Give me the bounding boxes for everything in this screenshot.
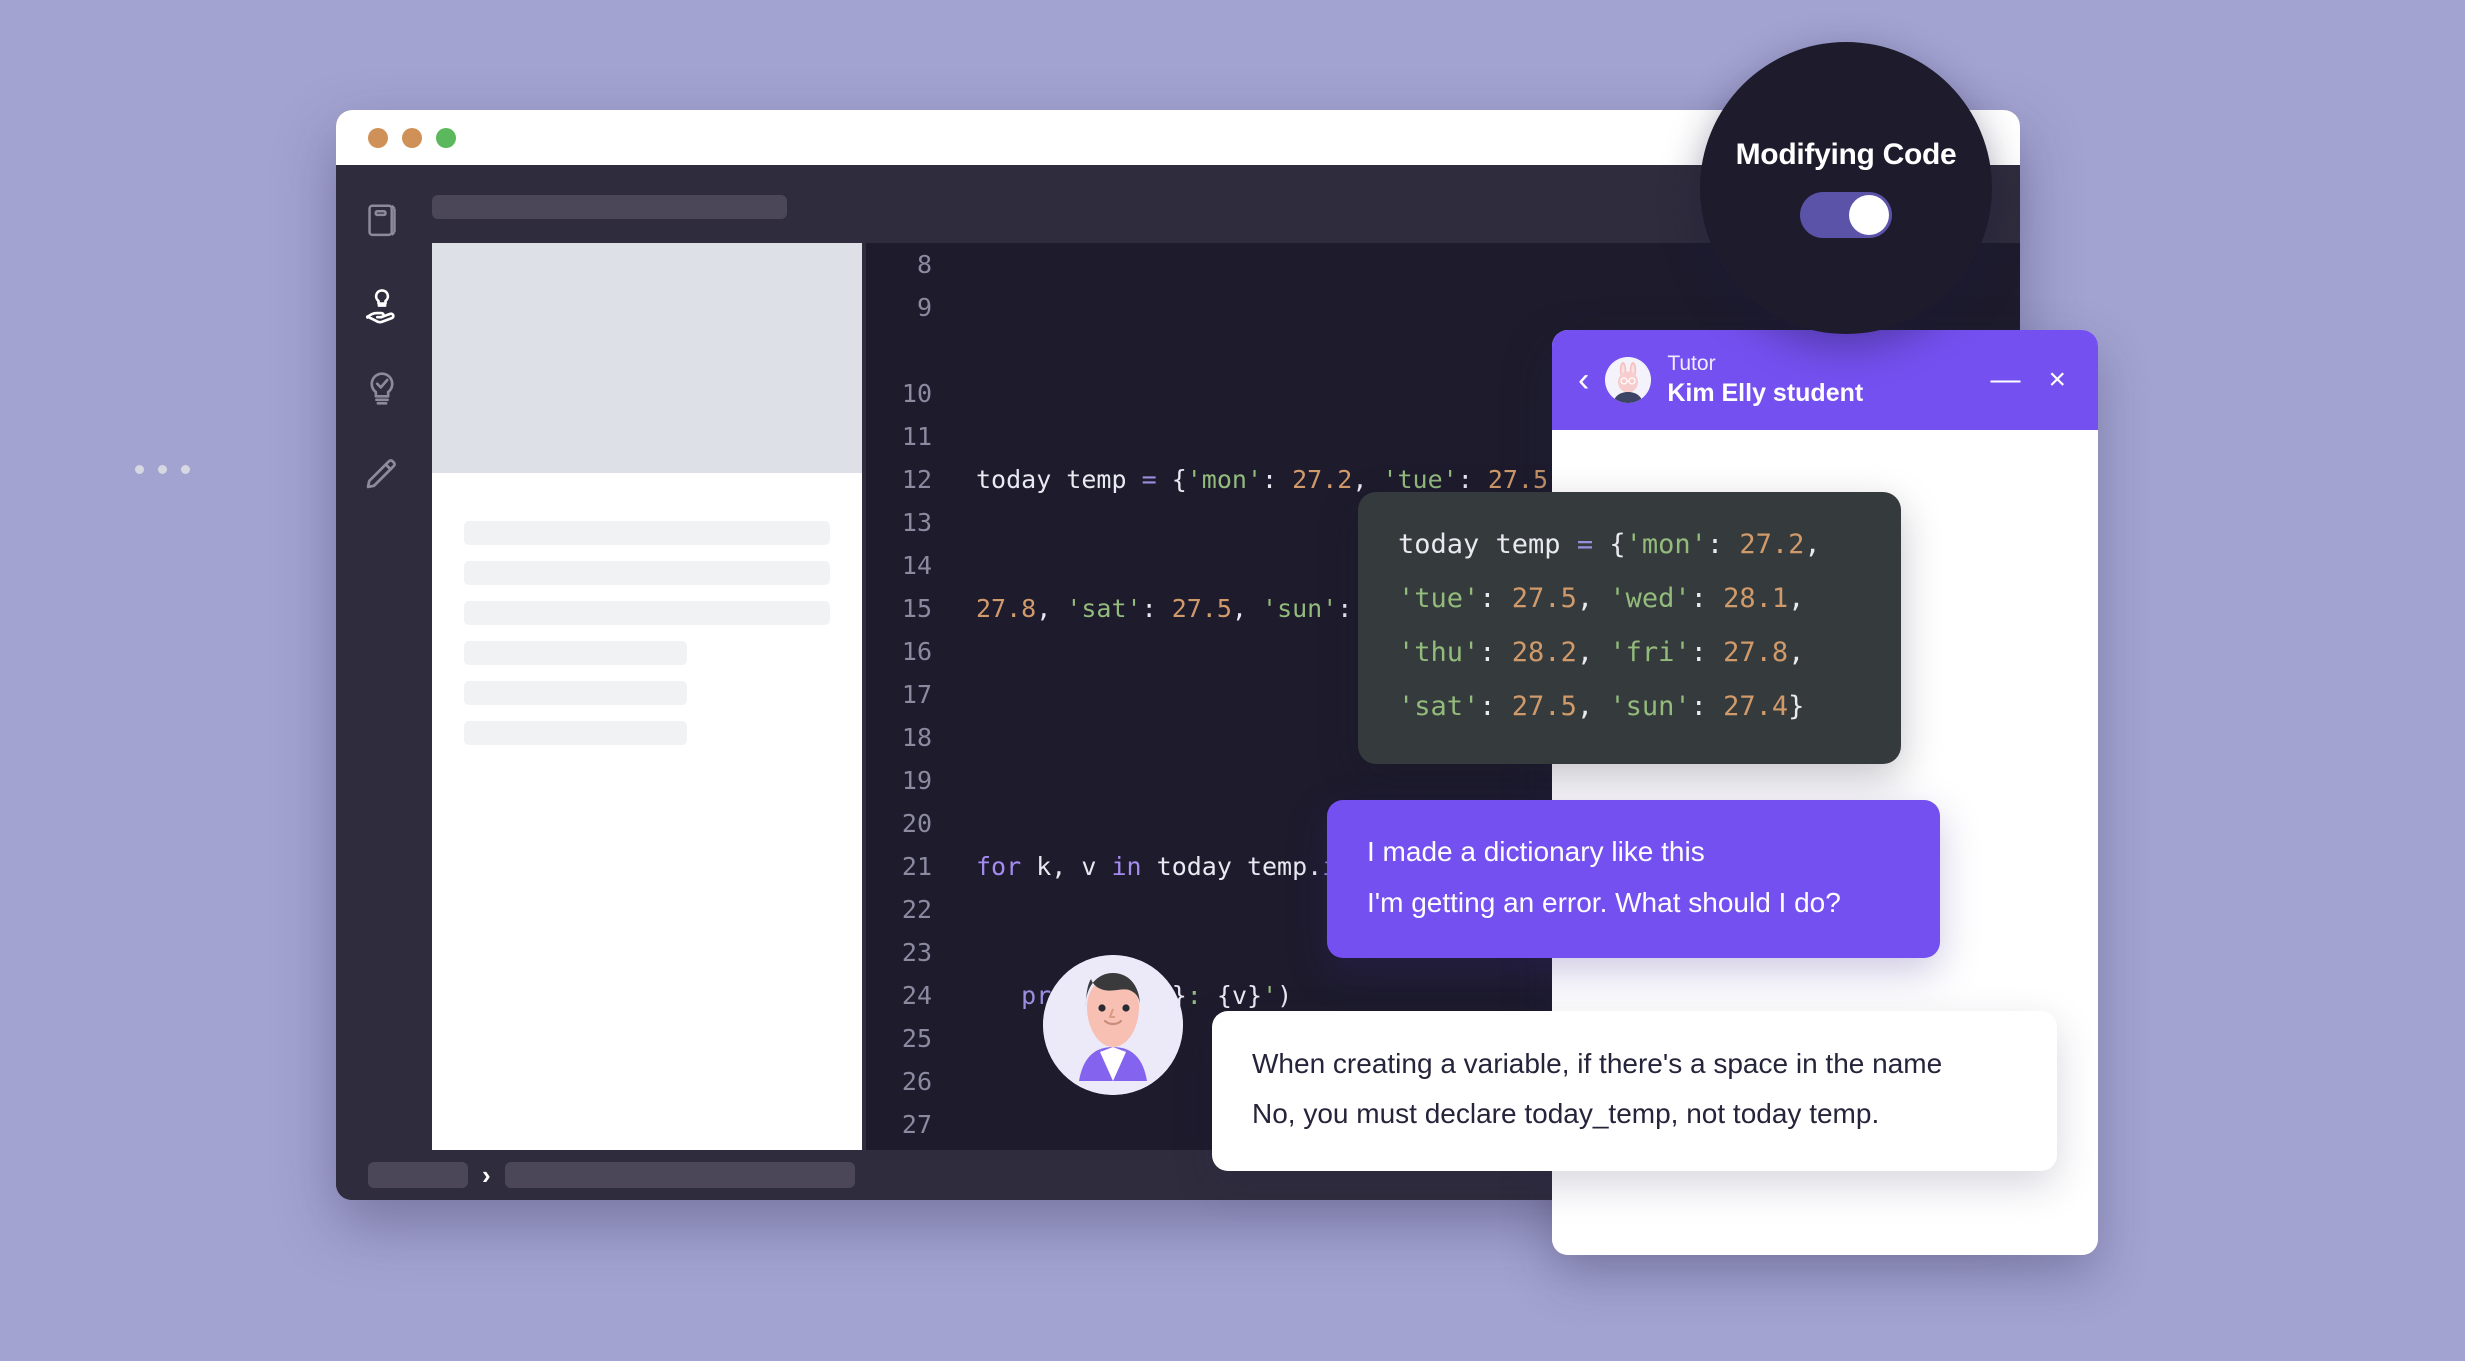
skeleton-line <box>464 681 688 705</box>
typing-dot <box>181 465 190 474</box>
line-number: 25 <box>901 1024 932 1053</box>
line-number: 19 <box>901 766 932 795</box>
window-minimize-dot[interactable] <box>402 127 422 148</box>
minimize-icon[interactable]: — <box>1984 365 2026 395</box>
document-skeleton-lines <box>432 473 862 745</box>
line-number-spacer <box>866 329 932 372</box>
sidebar-rail <box>336 165 428 1200</box>
code-message-bubble: today temp = {'mon': 27.2, 'tue': 27.5, … <box>1358 492 1901 764</box>
skeleton-line <box>464 561 830 585</box>
toggle-knob <box>1849 195 1889 235</box>
window-close-dot[interactable] <box>368 127 388 148</box>
skeleton-line <box>464 601 830 625</box>
modifying-code-badge: Modifying Code <box>1700 42 1992 334</box>
modifying-code-toggle[interactable] <box>1800 192 1892 238</box>
chevron-right-icon[interactable]: › <box>482 1162 491 1188</box>
line-number: 22 <box>901 895 932 924</box>
hand-lightbulb-icon <box>363 286 401 324</box>
typing-dot <box>158 465 167 474</box>
typing-dot <box>135 465 144 474</box>
toolbar-placeholder <box>432 195 787 219</box>
sidebar-item-pencil[interactable] <box>362 453 402 493</box>
status-placeholder-right <box>504 1162 855 1188</box>
tutor-message-line-2: No, you must declare today_temp, not tod… <box>1252 1098 1880 1129</box>
line-number: 23 <box>901 938 932 967</box>
line-number: 17 <box>901 680 932 709</box>
user-message-line-1: I made a dictionary like this <box>1367 836 1705 867</box>
tutor-message-line-1: When creating a variable, if there's a s… <box>1252 1048 1943 1079</box>
pencil-icon <box>364 455 400 491</box>
skeleton-line <box>464 521 830 545</box>
line-number: 26 <box>901 1067 932 1096</box>
line-number: 8 <box>916 250 932 279</box>
line-number: 16 <box>901 637 932 666</box>
line-number: 12 <box>901 465 932 494</box>
line-number-gutter: 8 9 10 11 12 13 14 15 16 17 18 19 20 21 … <box>866 243 932 1146</box>
student-avatar <box>1043 955 1183 1095</box>
line-number: 27 <box>901 1110 932 1139</box>
chat-role-label: Tutor <box>1667 352 1716 376</box>
chat-identity: Tutor Kim Elly student <box>1667 351 1968 409</box>
line-number: 9 <box>916 293 932 322</box>
sidebar-item-book[interactable] <box>362 201 402 241</box>
document-preview-panel <box>432 243 862 1150</box>
skeleton-line <box>464 721 688 745</box>
line-number: 11 <box>901 422 932 451</box>
skeleton-line <box>464 641 688 665</box>
chat-header: ‹ Tutor Kim Elly student — × <box>1552 330 2098 430</box>
line-number: 10 <box>901 379 932 408</box>
chevron-left-icon[interactable]: ‹ <box>1578 363 1589 397</box>
tutor-message-bubble: When creating a variable, if there's a s… <box>1212 1011 2057 1171</box>
line-number: 20 <box>901 809 932 838</box>
close-icon[interactable]: × <box>2042 365 2072 395</box>
user-message-bubble: I made a dictionary like this I'm gettin… <box>1327 800 1940 958</box>
lightbulb-check-icon <box>364 370 400 408</box>
modifying-code-title: Modifying Code <box>1735 138 1957 171</box>
line-number: 18 <box>901 723 932 752</box>
status-placeholder-left <box>368 1162 468 1188</box>
book-icon <box>365 203 399 239</box>
line-number: 21 <box>901 852 932 881</box>
line-number: 13 <box>901 508 932 537</box>
line-number: 14 <box>901 551 932 580</box>
document-image-placeholder <box>432 243 862 473</box>
rabbit-avatar-icon <box>1605 357 1652 403</box>
typing-indicator <box>135 465 190 474</box>
line-number: 24 <box>901 981 932 1010</box>
sidebar-item-hand-lightbulb[interactable] <box>362 285 402 325</box>
user-message-line-2: I'm getting an error. What should I do? <box>1367 887 1841 918</box>
window-maximize-dot[interactable] <box>436 127 456 148</box>
sidebar-item-lightbulb-check[interactable] <box>362 369 402 409</box>
chat-user-name: Kim Elly student <box>1667 378 1864 407</box>
line-number: 15 <box>901 594 932 623</box>
